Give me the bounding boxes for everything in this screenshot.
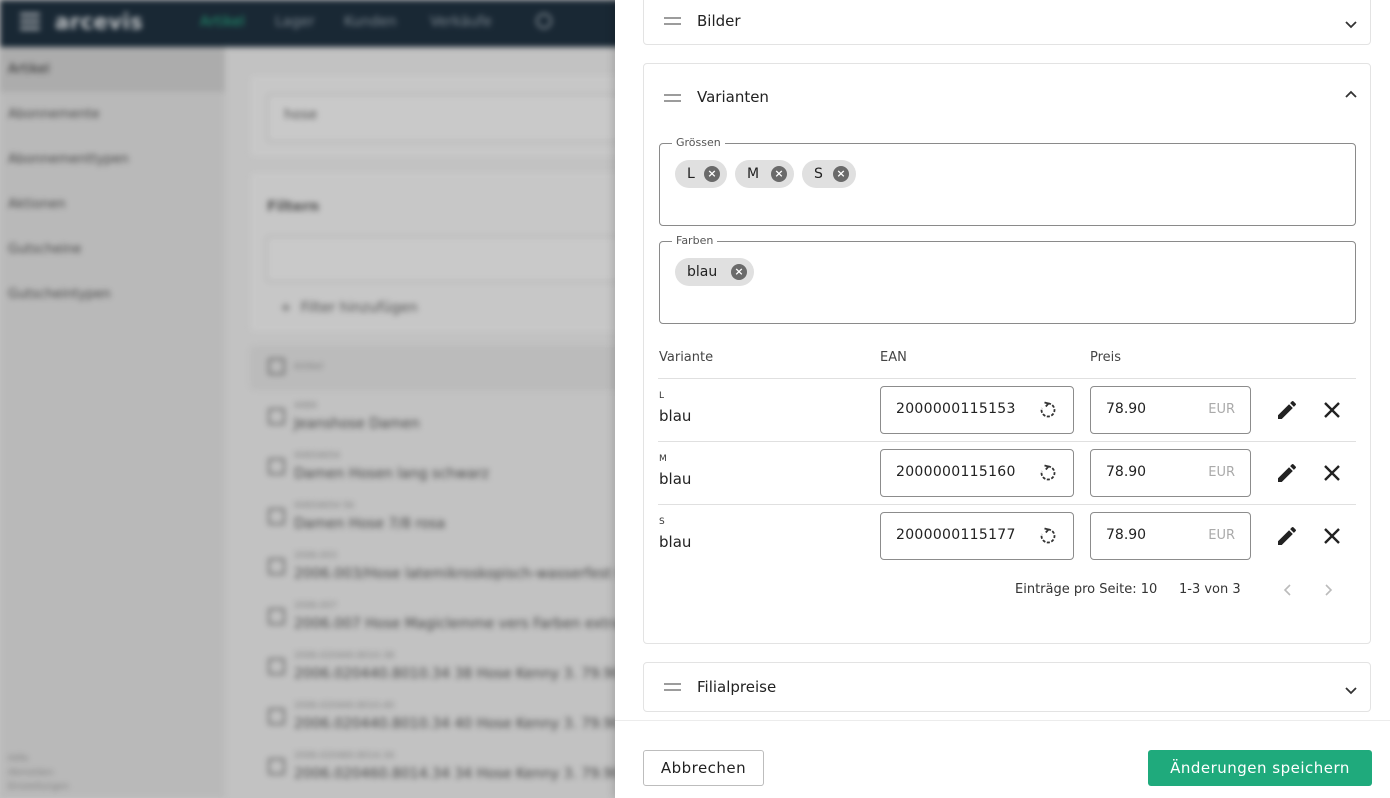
chip-size-l: L × [675, 160, 727, 188]
chip-label: L [687, 166, 695, 182]
chip-size-s: S × [802, 160, 856, 188]
section-title-bilder[interactable]: Bilder [697, 12, 741, 30]
ean-value: 2000000115153 [896, 401, 1016, 417]
drag-handle-icon[interactable] [664, 683, 681, 695]
drag-handle-icon[interactable] [664, 94, 681, 106]
drawer-footer: Abbrechen Änderungen speichern [615, 720, 1390, 798]
column-header-preis: Preis [1090, 350, 1122, 365]
price-value: 78.90 [1106, 527, 1147, 543]
variant-color: blau [659, 470, 692, 488]
ean-input[interactable]: 2000000115153 [880, 386, 1074, 434]
column-header-ean: EAN [880, 350, 907, 365]
chevron-down-icon[interactable] [1344, 683, 1358, 697]
chevron-down-icon[interactable] [1344, 17, 1358, 31]
chip-label: S [814, 166, 823, 182]
currency-suffix: EUR [1208, 465, 1235, 480]
column-header-variante: Variante [659, 350, 714, 365]
section-title-varianten[interactable]: Varianten [697, 88, 769, 106]
delete-row-icon[interactable] [1320, 461, 1344, 485]
price-value: 78.90 [1106, 464, 1147, 480]
pagination-range: 1-3 von 3 [1179, 582, 1241, 597]
prev-page-icon[interactable] [1280, 582, 1296, 598]
section-bilder: Bilder [643, 0, 1371, 45]
currency-suffix: EUR [1208, 402, 1235, 417]
price-input[interactable]: 78.90 EUR [1090, 449, 1251, 497]
delete-row-icon[interactable] [1320, 398, 1344, 422]
variant-color: blau [659, 407, 692, 425]
row-divider [658, 378, 1356, 379]
modal-backdrop[interactable] [0, 0, 615, 798]
edit-drawer: Bilder Varianten Grössen L × M × S × Far… [615, 0, 1390, 798]
ean-input[interactable]: 2000000115177 [880, 512, 1074, 560]
next-page-icon[interactable] [1320, 582, 1336, 598]
delete-row-icon[interactable] [1320, 524, 1344, 548]
regenerate-icon[interactable] [1039, 464, 1057, 482]
ean-input[interactable]: 2000000115160 [880, 449, 1074, 497]
cancel-button[interactable]: Abbrechen [643, 750, 764, 786]
edit-pencil-icon[interactable] [1275, 461, 1299, 485]
price-input[interactable]: 78.90 EUR [1090, 386, 1251, 434]
row-divider [658, 504, 1356, 505]
farben-label: Farben [672, 234, 718, 247]
rows-per-page-label[interactable]: Einträge pro Seite: 10 [1015, 582, 1157, 597]
variant-size: L [659, 391, 665, 401]
chevron-up-icon[interactable] [1344, 88, 1358, 102]
variant-size: S [659, 517, 665, 527]
section-title-filialpreise[interactable]: Filialpreise [697, 678, 776, 696]
groessen-field[interactable]: Grössen L × M × S × [659, 136, 1356, 226]
save-changes-button[interactable]: Änderungen speichern [1148, 750, 1372, 786]
regenerate-icon[interactable] [1039, 401, 1057, 419]
section-filialpreise: Filialpreise [643, 662, 1371, 712]
ean-value: 2000000115160 [896, 464, 1016, 480]
price-input[interactable]: 78.90 EUR [1090, 512, 1251, 560]
remove-chip-icon[interactable]: × [833, 166, 849, 182]
regenerate-icon[interactable] [1039, 527, 1057, 545]
edit-pencil-icon[interactable] [1275, 398, 1299, 422]
chip-color-blau: blau × [675, 258, 754, 286]
groessen-label: Grössen [672, 136, 725, 149]
variant-size: M [659, 454, 667, 464]
remove-chip-icon[interactable]: × [704, 166, 720, 182]
chip-label: blau [687, 264, 718, 280]
edit-pencil-icon[interactable] [1275, 524, 1299, 548]
chip-label: M [747, 166, 760, 182]
remove-chip-icon[interactable]: × [771, 166, 787, 182]
chip-size-m: M × [735, 160, 794, 188]
currency-suffix: EUR [1208, 528, 1235, 543]
drag-handle-icon[interactable] [664, 17, 681, 29]
variant-color: blau [659, 533, 692, 551]
row-divider [658, 441, 1356, 442]
remove-chip-icon[interactable]: × [731, 264, 747, 280]
farben-field[interactable]: Farben blau × [659, 234, 1356, 324]
ean-value: 2000000115177 [896, 527, 1016, 543]
price-value: 78.90 [1106, 401, 1147, 417]
